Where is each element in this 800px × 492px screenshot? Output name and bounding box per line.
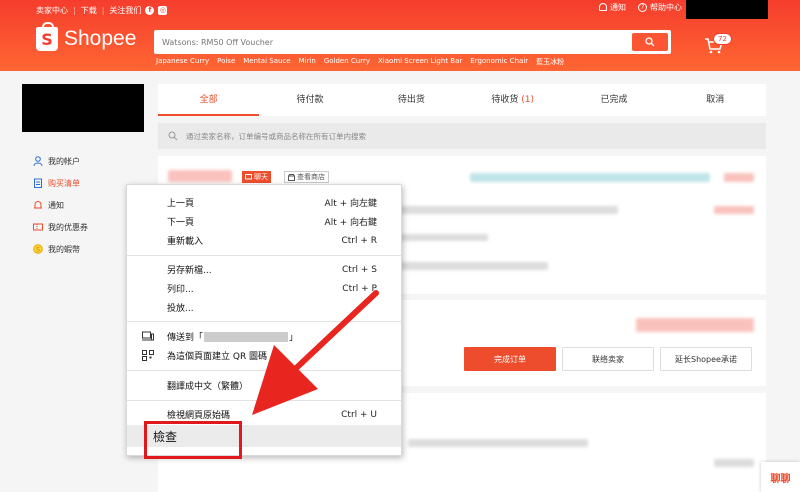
search-button[interactable] — [632, 33, 668, 51]
sidebar-item-label: 我的蝦幣 — [48, 244, 80, 254]
chat-button[interactable]: 聊天 — [242, 171, 271, 183]
site-header: 卖家中心 | 下载 | 关注我们 f ◎ 通知 ?帮助中心 S Shopee J… — [0, 0, 800, 71]
redacted-username — [686, 0, 768, 19]
notifications-link[interactable]: 通知 — [599, 2, 626, 13]
menu-item-cast[interactable]: 投放... — [127, 298, 401, 317]
redacted-avatar — [22, 84, 144, 132]
redacted-device-name — [204, 331, 289, 342]
cart-count-badge: 72 — [713, 33, 732, 45]
help-link[interactable]: ? 帮助中心 — [638, 2, 682, 13]
tab-to-receive[interactable]: 待收货 (1) — [462, 84, 563, 116]
search-bar — [154, 30, 671, 55]
sidebar-item-account[interactable]: 我的帐户 — [33, 150, 88, 172]
menu-item-create-qr[interactable]: 為這個頁面建立 QR 圖碼 — [127, 346, 401, 365]
sidebar-item-label: 通知 — [48, 200, 64, 210]
shortcut-label: Ctrl + P — [342, 283, 377, 294]
seller-center-link[interactable]: 卖家中心 — [36, 5, 68, 16]
menu-divider — [127, 370, 401, 371]
menu-item-print[interactable]: 列印... Ctrl + P — [127, 279, 401, 298]
shortcut-label: Ctrl + R — [341, 235, 377, 246]
instagram-icon[interactable]: ◎ — [158, 5, 168, 15]
hint-link[interactable]: Poise — [217, 57, 235, 67]
hint-link[interactable]: Mentai Sauce — [243, 57, 290, 67]
hint-link[interactable]: Golden Curry — [324, 57, 370, 67]
shopee-logo[interactable]: S Shopee — [36, 22, 137, 51]
order-status-tabs: 全部 待付款 待出货 待收货 (1) 已完成 取消 — [158, 84, 766, 116]
menu-item-translate[interactable]: 翻譯成中文（繁體） — [127, 376, 401, 395]
brand-name: Shopee — [64, 27, 137, 50]
redacted-product-name — [398, 206, 618, 214]
shortcut-label: Ctrl + U — [341, 409, 377, 420]
menu-divider — [127, 321, 401, 322]
redacted-status-badge — [724, 173, 754, 182]
shortcut-label: Ctrl + S — [342, 264, 377, 275]
redacted-product-name — [408, 439, 588, 447]
hint-link[interactable]: Mirin — [299, 57, 316, 67]
sidebar-item-label: 我的优惠券 — [48, 222, 88, 232]
question-icon: ? — [638, 2, 647, 12]
redacted-price — [714, 206, 754, 214]
sidebar-item-coins[interactable]: S 我的蝦幣 — [33, 238, 88, 260]
floating-chat-button[interactable]: 聊聊 — [761, 462, 800, 492]
to-receive-count: (1) — [521, 95, 534, 105]
contact-seller-button[interactable]: 联络卖家 — [562, 347, 654, 371]
search-icon — [168, 131, 178, 141]
sidebar-item-label: 购买清单 — [48, 178, 80, 188]
search-hints: Japanese Curry Poise Mentai Sauce Mirin … — [156, 57, 564, 67]
menu-item-back[interactable]: 上一頁 Alt + 向左鍵 — [127, 193, 401, 212]
sidebar-item-purchases[interactable]: 购买清单 — [33, 172, 88, 194]
menu-divider — [127, 255, 401, 256]
order-search-placeholder: 通过卖家名称，订单编号或商品名称在所有订单内搜索 — [186, 131, 366, 141]
redacted-variation — [398, 234, 488, 241]
search-icon — [645, 37, 655, 47]
shop-icon — [288, 173, 295, 181]
user-icon — [33, 156, 43, 166]
shortcut-label: Alt + 向左鍵 — [324, 199, 377, 209]
view-shop-button[interactable]: 查看商店 — [284, 171, 329, 183]
redacted-shop-name — [168, 170, 232, 182]
redacted-status — [470, 173, 710, 182]
shopping-bag-icon: S — [36, 22, 58, 51]
hint-link[interactable]: Ergonomic Chair — [470, 57, 528, 67]
svg-text:S: S — [36, 246, 40, 253]
redacted-order-total — [636, 318, 754, 332]
search-input[interactable] — [154, 30, 624, 55]
sidebar-item-notifications[interactable]: 通知 — [33, 194, 88, 216]
menu-item-forward[interactable]: 下一頁 Alt + 向右鍵 — [127, 212, 401, 231]
tab-to-pay[interactable]: 待付款 — [259, 84, 360, 116]
qr-code-icon — [142, 350, 154, 361]
menu-item-reload[interactable]: 重新載入 Ctrl + R — [127, 231, 401, 250]
account-sidebar: 我的帐户 购买清单 通知 我的优惠券 S 我的蝦幣 — [33, 150, 88, 260]
menu-item-save-as[interactable]: 另存新檔... Ctrl + S — [127, 260, 401, 279]
tab-to-ship[interactable]: 待出货 — [361, 84, 462, 116]
hint-link[interactable]: Xiaomi Screen Light Bar — [378, 57, 462, 67]
clipboard-icon — [34, 178, 42, 188]
ticket-icon — [33, 223, 43, 231]
hint-link[interactable]: 藍玉冰粉 — [536, 57, 564, 67]
extend-guarantee-button[interactable]: 延长Shopee承诺 — [660, 347, 752, 371]
complete-order-button[interactable]: 完成订单 — [464, 347, 556, 371]
chat-icon — [245, 173, 252, 179]
coin-icon: S — [33, 244, 43, 254]
device-icon — [142, 331, 154, 341]
browser-context-menu: 上一頁 Alt + 向左鍵 下一頁 Alt + 向右鍵 重新載入 Ctrl + R 另… — [126, 184, 402, 456]
redacted-quantity — [398, 262, 548, 270]
tab-cancelled[interactable]: 取消 — [665, 84, 766, 116]
bell-icon — [34, 201, 42, 209]
sidebar-item-label: 我的帐户 — [48, 156, 80, 166]
shortcut-label: Alt + 向右鍵 — [324, 218, 377, 228]
bell-icon — [599, 3, 607, 11]
sidebar-item-vouchers[interactable]: 我的优惠券 — [33, 216, 88, 238]
order-search-bar[interactable]: 通过卖家名称，订单编号或商品名称在所有订单内搜索 — [158, 123, 766, 149]
inspect-highlight-box — [144, 421, 242, 459]
tab-completed[interactable]: 已完成 — [563, 84, 664, 116]
hint-link[interactable]: Japanese Curry — [156, 57, 209, 67]
facebook-icon[interactable]: f — [145, 5, 155, 15]
follow-us-label: 关注我们 — [109, 5, 142, 15]
download-link[interactable]: 下载 — [81, 5, 97, 16]
menu-item-send-to-device[interactable]: 傳送到「」 — [127, 327, 401, 346]
redacted-price — [714, 459, 754, 467]
menu-divider — [127, 400, 401, 401]
tab-all[interactable]: 全部 — [158, 84, 260, 116]
